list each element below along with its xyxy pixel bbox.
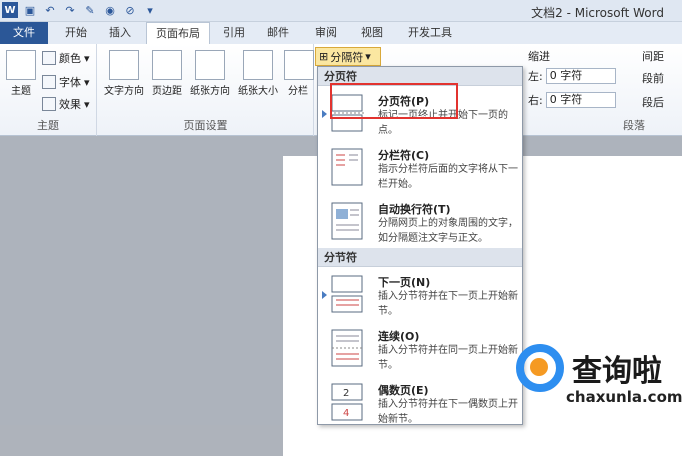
spacing-group: 间距 段前 段后 (638, 44, 682, 136)
indent-label: 缩进 (528, 50, 550, 63)
indent-left-label: 左: (528, 70, 543, 83)
breaks-button-label: 分隔符 (330, 50, 364, 64)
fonts-label: 字体 (59, 76, 81, 89)
menu-item-text-wrapping-break[interactable]: 自动换行符(T) 分隔网页上的对象周围的文字，如分隔题注文字与正文。 (318, 194, 522, 248)
text-direction-label: 文字方向 (104, 86, 144, 97)
svg-text:4: 4 (343, 408, 349, 419)
indent-right: 右: 0 字符 (528, 92, 616, 108)
continuous-title: 连续(O) (378, 330, 420, 343)
indent-left: 左: 0 字符 (528, 68, 616, 84)
orientation-label: 纸张方向 (190, 86, 230, 97)
tab-mailings[interactable]: 邮件 (258, 22, 298, 44)
title-bar: W ▣ ↶ ↷ ✎ ◉ ⊘ ▾ 文档2 - Microsoft Word (0, 0, 682, 22)
selected-arrow-icon (322, 291, 327, 299)
text-direction-icon (109, 50, 139, 80)
tab-home[interactable]: 开始 (56, 22, 96, 44)
watermark-logo-dot-icon (530, 358, 548, 376)
word-logo-icon: W (2, 2, 18, 18)
chevron-down-icon: ▾ (365, 50, 371, 63)
size-button[interactable]: 纸张大小 (236, 50, 280, 97)
indent-left-input[interactable]: 0 字符 (545, 68, 616, 84)
format-painter-icon[interactable]: ✎ (82, 2, 98, 18)
theme-group: 主题 颜色 ▾ 字体 ▾ 效果 ▾ 主题 (0, 44, 97, 136)
columns-label: 分栏 (288, 86, 308, 97)
menu-item-continuous[interactable]: 连续(O) 插入分节符并在同一页上开始新节。 (318, 321, 522, 375)
even-page-desc: 插入分节符并在下一偶数页上开始新节。 (378, 399, 518, 425)
column-break-icon (331, 148, 363, 186)
clear-format-icon[interactable]: ⊘ (122, 2, 138, 18)
continuous-desc: 插入分节符并在同一页上开始新节。 (378, 345, 518, 371)
ribbon-tabs: 文件 开始 插入 页面布局 引用 邮件 审阅 视图 开发工具 (0, 22, 682, 44)
next-page-icon (331, 275, 363, 313)
themes-button-label: 主题 (11, 86, 31, 97)
size-label: 纸张大小 (238, 86, 278, 97)
column-break-desc: 指示分栏符后面的文字将从下一栏开始。 (378, 164, 518, 190)
color-wheel-icon[interactable]: ◉ (102, 2, 118, 18)
breaks-button[interactable]: ⊞ 分隔符 ▾ (315, 47, 381, 66)
themes-icon (6, 50, 36, 80)
theme-group-label: 主题 (37, 119, 59, 132)
window-title: 文档2 - Microsoft Word (531, 6, 664, 20)
breaks-icon: ⊞ (319, 50, 329, 63)
page-setup-group-label: 页面设置 (183, 119, 228, 132)
menu-item-even-page[interactable]: 24 偶数页(E) 插入分节符并在下一偶数页上开始新节。 (318, 375, 522, 425)
next-page-desc: 插入分节符并在下一页上开始新节。 (378, 291, 518, 317)
fonts-icon (42, 75, 56, 89)
text-wrapping-break-desc: 分隔网页上的对象周围的文字，如分隔题注文字与正文。 (378, 218, 518, 244)
next-page-title: 下一页(N) (378, 276, 431, 289)
theme-effects-button[interactable]: 效果 ▾ (42, 96, 90, 112)
tab-developer[interactable]: 开发工具 (398, 22, 462, 44)
theme-fonts-button[interactable]: 字体 ▾ (42, 74, 90, 90)
tab-page-layout[interactable]: 页面布局 (146, 22, 210, 44)
indent-right-label: 右: (528, 94, 543, 107)
margins-icon (152, 50, 182, 80)
section-header-section-breaks: 分节符 (318, 248, 522, 267)
spacing-before-label: 段前 (642, 72, 664, 85)
spacing-label: 间距 (642, 50, 664, 63)
watermark: 查询啦 chaxunla.com (508, 340, 682, 425)
even-page-title: 偶数页(E) (378, 384, 429, 397)
customize-qat-icon[interactable]: ▾ (142, 2, 158, 18)
indent-group: 缩进 左: 0 字符 右: 0 字符 段落 (524, 44, 645, 136)
effects-label: 效果 (59, 98, 81, 111)
tab-file[interactable]: 文件 (0, 22, 48, 44)
highlight-box (330, 83, 458, 119)
spacing-after-label: 段后 (642, 96, 664, 109)
redo-icon[interactable]: ↷ (62, 2, 78, 18)
even-page-icon: 24 (331, 383, 363, 421)
undo-icon[interactable]: ↶ (42, 2, 58, 18)
continuous-icon (331, 329, 363, 367)
orientation-button[interactable]: 纸张方向 (188, 50, 232, 97)
watermark-url: chaxunla.com (566, 388, 682, 406)
indent-right-input[interactable]: 0 字符 (545, 92, 616, 108)
text-wrapping-break-icon (331, 202, 363, 240)
text-direction-button[interactable]: 文字方向 (102, 50, 146, 97)
tab-insert[interactable]: 插入 (100, 22, 140, 44)
tab-view[interactable]: 视图 (352, 22, 392, 44)
orientation-icon (195, 50, 225, 80)
margins-button[interactable]: 页边距 (150, 50, 184, 97)
margins-label: 页边距 (152, 86, 182, 97)
quick-access-toolbar: W ▣ ↶ ↷ ✎ ◉ ⊘ ▾ (2, 2, 158, 18)
columns-button[interactable]: 分栏 (284, 50, 314, 97)
column-break-title: 分栏符(C) (378, 149, 430, 162)
menu-item-column-break[interactable]: 分栏符(C) 指示分栏符后面的文字将从下一栏开始。 (318, 140, 522, 194)
theme-colors-button[interactable]: 颜色 ▾ (42, 50, 90, 66)
columns-icon (284, 50, 314, 80)
tab-review[interactable]: 审阅 (306, 22, 346, 44)
svg-text:2: 2 (343, 388, 349, 399)
effects-icon (42, 97, 56, 111)
page-setup-group: 文字方向 页边距 纸张方向 纸张大小 分栏 页面设置 (98, 44, 314, 136)
menu-item-next-page[interactable]: 下一页(N) 插入分节符并在下一页上开始新节。 (318, 267, 522, 321)
themes-button[interactable]: 主题 (4, 50, 38, 97)
text-wrapping-break-title: 自动换行符(T) (378, 203, 451, 216)
save-icon[interactable]: ▣ (22, 2, 38, 18)
selected-arrow-icon (322, 110, 327, 118)
watermark-brand: 查询啦 (572, 354, 662, 389)
tab-references[interactable]: 引用 (214, 22, 254, 44)
colors-label: 颜色 (59, 52, 81, 65)
breaks-dropdown: 分页符 分页符(P) 标记一页终止并开始下一页的点。 分栏符(C) 指示分栏符后… (317, 66, 523, 425)
size-icon (243, 50, 273, 80)
colors-icon (42, 51, 56, 65)
